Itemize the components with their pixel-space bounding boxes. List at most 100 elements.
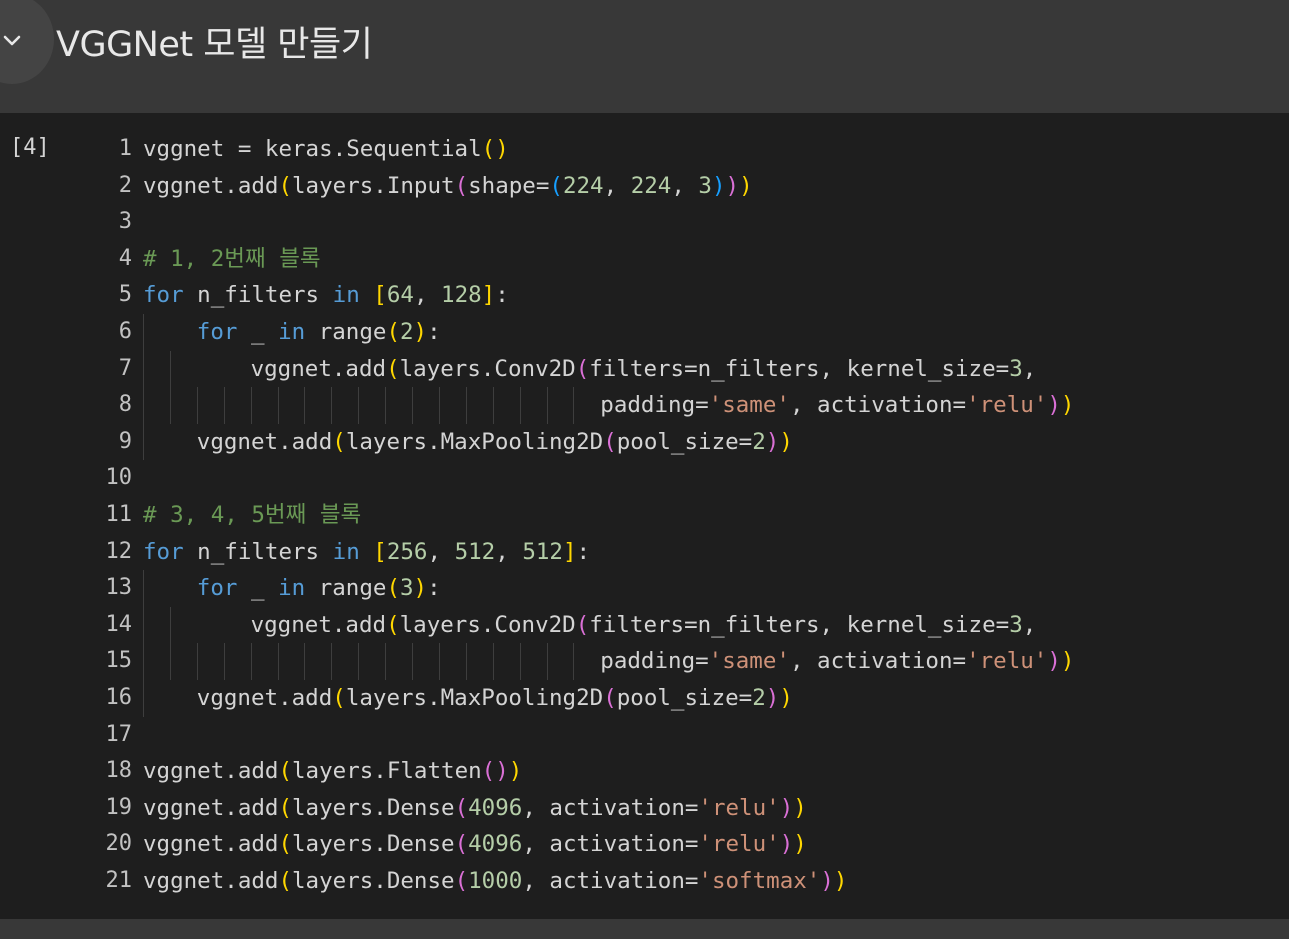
code-token: 'relu': [966, 392, 1048, 419]
section-title: VGGNet 모델 만들기: [56, 25, 373, 65]
code-token: padding=: [600, 392, 709, 419]
code-token: (: [481, 136, 496, 162]
code-line[interactable]: 3: [0, 204, 1289, 241]
indent-guide: [143, 643, 144, 680]
code-line[interactable]: 5 for n_filters in [64, 128]:: [0, 277, 1289, 314]
code-token: layers.MaxPooling2D: [345, 428, 604, 455]
code-line[interactable]: 7 vggnet.add(layers.Conv2D(filters=n_filt…: [0, 350, 1289, 388]
code-token: 'same': [708, 648, 790, 675]
indent-guide: [169, 350, 171, 388]
code-token: 224: [630, 172, 672, 199]
code-token: range: [305, 318, 387, 345]
code-line[interactable]: 8 padding='same', activation='relu')): [0, 387, 1289, 424]
code-line[interactable]: 12 for n_filters in [256, 512, 512]:: [0, 534, 1289, 571]
code-token: shape=: [468, 172, 550, 199]
code-token: layers.Conv2D: [399, 355, 576, 382]
code-token: 256: [386, 538, 428, 565]
line-number: 13: [105, 575, 133, 601]
code-token: (: [454, 172, 469, 199]
line-number: 8: [118, 392, 132, 418]
code-text: vggnet.add(layers.MaxPooling2D(pool_size…: [197, 424, 793, 461]
indent-guide: [277, 387, 279, 424]
code-line[interactable]: 16 vggnet.add(layers.MaxPooling2D(pool_si…: [0, 679, 1289, 717]
code-line[interactable]: 20 vggnet.add(layers.Dense(4096, activati…: [0, 826, 1289, 863]
code-line[interactable]: 2 vggnet.add(layers.Input(shape=(224, 224…: [0, 168, 1289, 205]
code-token: ,: [603, 172, 631, 199]
code-token: 4096: [468, 794, 523, 821]
line-number: 20: [105, 831, 133, 857]
code-token: (: [603, 428, 617, 455]
code-text: vggnet.add(layers.Conv2D(filters=n_filte…: [251, 351, 1037, 388]
code-line[interactable]: 15 padding='same', activation='relu')): [0, 643, 1289, 680]
code-token: (: [386, 355, 400, 382]
code-line[interactable]: 14 vggnet.add(layers.Conv2D(filters=n_fil…: [0, 606, 1289, 644]
indent-guide: [573, 643, 575, 680]
code-token: ): [779, 831, 794, 858]
indent-guide: [492, 643, 494, 680]
code-token: n_filters: [183, 282, 333, 309]
code-text: vggnet.add(layers.Dense(4096, activation…: [143, 790, 807, 827]
code-token: [: [373, 282, 387, 309]
code-line[interactable]: 6 for _ in range(2):: [0, 313, 1289, 351]
indent-guide: [546, 643, 548, 680]
code-token: vggnet.add: [143, 794, 279, 821]
code-line[interactable]: 21 vggnet.add(layers.Dense(1000, activati…: [0, 863, 1289, 900]
line-number: 3: [118, 209, 132, 235]
code-token: 2: [400, 318, 414, 345]
code-line[interactable]: 11 # 3, 4, 5번째 블록: [0, 497, 1289, 534]
code-token: (: [481, 758, 496, 785]
indent-guide: [250, 643, 252, 680]
code-token: (: [454, 831, 469, 858]
indent-guide: [465, 643, 467, 680]
indent-guide: [573, 387, 575, 424]
code-token: (: [549, 172, 563, 199]
line-number: 4: [118, 245, 132, 271]
code-text: for _ in range(3):: [197, 570, 441, 607]
code-line[interactable]: 19 vggnet.add(layers.Dense(4096, activati…: [0, 790, 1289, 827]
code-token: 4096: [468, 831, 523, 858]
indent-guide: [143, 350, 144, 388]
code-token: ): [725, 172, 740, 199]
code-cell[interactable]: [4] 1 vggnet = keras.Sequential() 2 vggnet.…: [0, 113, 1289, 919]
code-text: vggnet.add(layers.Dense(4096, activation…: [143, 826, 807, 863]
indent-guide: [223, 643, 225, 680]
indent-guide: [519, 643, 521, 680]
code-token: vggnet.add: [143, 831, 279, 858]
code-line[interactable]: 9 vggnet.add(layers.MaxPooling2D(pool_siz…: [0, 423, 1289, 461]
code-text: vggnet = keras.Sequential(): [143, 131, 509, 168]
code-token: pool_size=: [616, 428, 753, 455]
code-token: , activation=: [789, 392, 967, 419]
code-text: vggnet.add(layers.MaxPooling2D(pool_size…: [197, 680, 793, 717]
code-token: 1000: [468, 867, 523, 894]
code-token: (: [386, 611, 400, 638]
indent-guide: [438, 387, 440, 424]
code-token: 'relu': [698, 831, 780, 858]
code-token: 64: [386, 282, 414, 309]
code-line[interactable]: 18 vggnet.add(layers.Flatten()): [0, 753, 1289, 790]
code-line[interactable]: 13 for _ in range(3):: [0, 570, 1289, 607]
code-token: :: [427, 575, 441, 602]
code-token: # 1, 2번째 블록: [143, 245, 321, 272]
code-token: layers.Dense: [292, 794, 455, 821]
code-line[interactable]: 10: [0, 460, 1289, 497]
line-number: 5: [118, 282, 132, 308]
code-token: 3: [1009, 355, 1023, 382]
code-line[interactable]: 1 vggnet = keras.Sequential(): [0, 131, 1289, 168]
section-header: VGGNet 모델 만들기: [0, 0, 1289, 113]
code-text: for _ in range(2):: [197, 314, 441, 351]
code-token: 3: [698, 172, 712, 199]
code-editor[interactable]: 1 vggnet = keras.Sequential() 2 vggnet.add(…: [0, 131, 1289, 899]
code-line[interactable]: 4 # 1, 2번째 블록: [0, 241, 1289, 278]
code-token: ): [413, 318, 428, 345]
code-token: 224: [562, 172, 604, 199]
indent-guide: [358, 643, 360, 680]
indent-guide: [196, 643, 198, 680]
indent-guide: [331, 643, 333, 680]
code-token: layers.Dense: [292, 867, 455, 894]
code-line[interactable]: 17: [0, 717, 1289, 754]
line-number: 10: [105, 465, 133, 491]
code-token: ]: [562, 538, 577, 565]
collapse-section-button[interactable]: [0, 0, 54, 84]
code-token: :: [576, 538, 591, 565]
code-token: ): [779, 684, 793, 711]
